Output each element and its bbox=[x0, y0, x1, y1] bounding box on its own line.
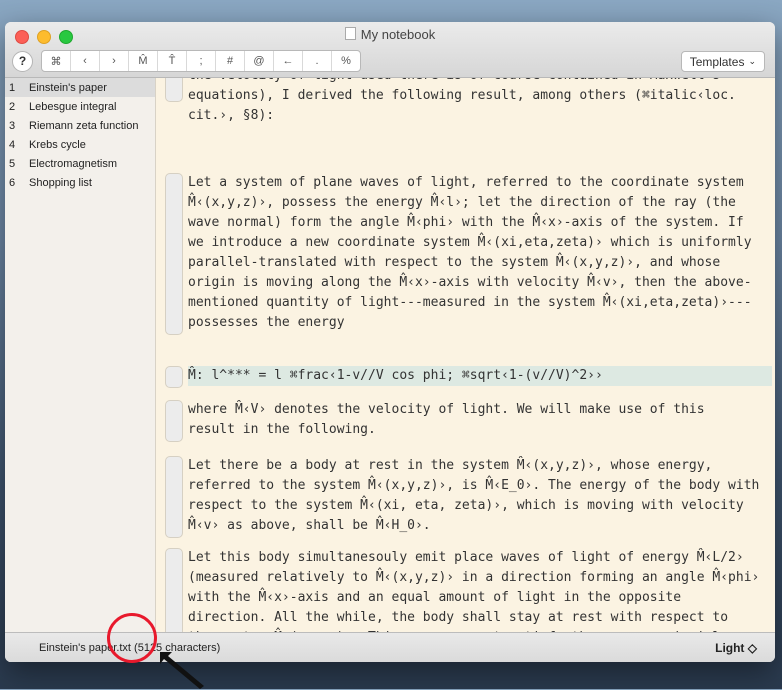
cell-text[interactable]: Let there be a body at rest in the syste… bbox=[188, 456, 772, 536]
sidebar-item-label: Riemann zeta function bbox=[29, 119, 139, 132]
notebook-list: 1 Einstein's paper 2 Lebesgue integral 3 Riem… bbox=[5, 78, 155, 192]
cell-line: respect to the system M̂‹(xi, eta, zeta)… bbox=[188, 498, 744, 513]
sidebar-item-label: Lebesgue integral bbox=[29, 100, 117, 113]
sidebar-item-label: Einstein's paper bbox=[29, 81, 107, 94]
sidebar-item-label: Krebs cycle bbox=[29, 138, 86, 151]
cell-gutter[interactable] bbox=[165, 173, 183, 335]
cell-line: M̂: l^*** = l ⌘frac‹1-v//V cos phi; ⌘sqr… bbox=[188, 368, 603, 383]
sidebar-item-number: 3 bbox=[9, 119, 16, 132]
help-button[interactable]: ? bbox=[12, 50, 33, 72]
sidebar-item[interactable]: 5 Electromagnetism bbox=[5, 154, 155, 173]
sidebar-item[interactable]: 6 Shopping list bbox=[5, 173, 155, 192]
notebook-cell[interactable]: 6Let a system of plane waves of light, r… bbox=[156, 173, 775, 335]
cell-line: cit.›, §8): bbox=[188, 108, 275, 123]
title-bar: My notebook ? ⌘ ‹ › M̂ T̂ ; # @ ← . % Te… bbox=[5, 22, 775, 78]
notebook-window: My notebook ? ⌘ ‹ › M̂ T̂ ; # @ ← . % Te… bbox=[5, 22, 775, 662]
hash-button[interactable]: # bbox=[216, 51, 245, 71]
insert-button-group: ⌘ ‹ › M̂ T̂ ; # @ ← . % bbox=[41, 50, 361, 72]
sidebar-item-number: 6 bbox=[9, 176, 16, 189]
cell-gutter[interactable] bbox=[165, 400, 183, 442]
cell-gutter[interactable] bbox=[165, 456, 183, 538]
theme-selector[interactable]: Light ◇ bbox=[715, 641, 757, 655]
cell-text[interactable]: Let this body simultanesouly emit place … bbox=[188, 548, 772, 632]
templates-label: Templates bbox=[689, 54, 745, 69]
chevron-down-icon: ⌄ bbox=[748, 56, 756, 66]
cell-gutter[interactable] bbox=[165, 548, 183, 632]
cell-line: mentioned quantity of light---measured i… bbox=[188, 295, 752, 310]
sidebar-item[interactable]: 4 Krebs cycle bbox=[5, 135, 155, 154]
cell-line: equations), I derived the following resu… bbox=[188, 88, 736, 103]
notebook-cell[interactable]: 9Let there be a body at rest in the syst… bbox=[156, 456, 775, 538]
cell-text[interactable]: M̂: l^*** = l ⌘frac‹1-v//V cos phi; ⌘sqr… bbox=[188, 366, 772, 386]
sidebar-item-number: 5 bbox=[9, 157, 16, 170]
sidebar-item[interactable]: 2 Lebesgue integral bbox=[5, 97, 155, 116]
cell-line: with the M̂‹x›-axis and an equal amount … bbox=[188, 590, 682, 605]
cell-line: result in the following. bbox=[188, 422, 376, 437]
document-icon bbox=[344, 27, 356, 40]
window-title: My notebook bbox=[5, 27, 775, 42]
cell-line: possesses the energy bbox=[188, 315, 345, 330]
cell-line: we introduce a new coordinate system M̂‹… bbox=[188, 235, 752, 250]
toolbar: ? ⌘ ‹ › M̂ T̂ ; # @ ← . % bbox=[12, 50, 361, 72]
notebook-cell[interactable]: 8where M̂‹V› denotes the velocity of lig… bbox=[156, 400, 775, 442]
command-button[interactable]: ⌘ bbox=[42, 51, 71, 71]
sidebar-item-label: Electromagnetism bbox=[29, 157, 118, 170]
sidebar-item-label: Shopping list bbox=[29, 176, 92, 189]
sidebar-item[interactable]: 1 Einstein's paper bbox=[5, 78, 155, 97]
editor-area[interactable]: the velocity of light used there is of c… bbox=[156, 78, 775, 632]
percent-button[interactable]: % bbox=[332, 51, 360, 71]
sidebar: 1 Einstein's paper 2 Lebesgue integral 3 Riem… bbox=[5, 78, 156, 662]
file-info: Einstein's paper.txt (5125 characters) bbox=[39, 642, 221, 654]
notebook-cell[interactable]: the velocity of light used there is of c… bbox=[156, 78, 775, 126]
cell-line: direction. All the while, the body shall… bbox=[188, 610, 729, 625]
semicolon-button[interactable]: ; bbox=[187, 51, 216, 71]
cell-line: Let this body simultanesouly emit place … bbox=[188, 550, 744, 565]
cell-gutter[interactable] bbox=[165, 366, 183, 388]
sidebar-item-number: 4 bbox=[9, 138, 16, 151]
cell-line: the velocity of light used there is of c… bbox=[188, 78, 772, 86]
cell-line: parallel-translated with respect to the … bbox=[188, 255, 721, 270]
math-mode-button[interactable]: M̂ bbox=[129, 51, 158, 71]
cell-gutter[interactable] bbox=[165, 78, 183, 102]
templates-dropdown[interactable]: Templates ⌄ bbox=[680, 51, 765, 72]
cell-line: (measured relatively to M̂‹(x,y,z)› in a… bbox=[188, 570, 760, 585]
at-button[interactable]: @ bbox=[245, 51, 274, 71]
cell-line: where M̂‹V› denotes the velocity of ligh… bbox=[188, 402, 705, 417]
cell-line: wave normal) form the angle M̂‹phi› with… bbox=[188, 215, 744, 230]
notebook-cell[interactable]: 10Let this body simultanesouly emit plac… bbox=[156, 548, 775, 632]
cell-line: origin is moving along the M̂‹x›-axis wi… bbox=[188, 275, 752, 290]
cell-line: M̂‹v› as above, shall be M̂‹H_0›. bbox=[188, 518, 431, 533]
notebook-cell[interactable]: 7M̂: l^*** = l ⌘frac‹1-v//V cos phi; ⌘sq… bbox=[156, 366, 775, 388]
status-bar: Einstein's paper.txt (5125 characters) L… bbox=[5, 632, 775, 662]
left-arrow-button[interactable]: ← bbox=[274, 51, 303, 71]
sidebar-item-number: 2 bbox=[9, 100, 16, 113]
close-bracket-button[interactable]: › bbox=[100, 51, 129, 71]
cell-line: Let there be a body at rest in the syste… bbox=[188, 458, 713, 473]
cell-line: referred to the system M̂‹(x,y,z)›, is M… bbox=[188, 478, 760, 493]
sidebar-item[interactable]: 3 Riemann zeta function bbox=[5, 116, 155, 135]
sidebar-item-number: 1 bbox=[9, 81, 16, 94]
cell-line: Let a system of plane waves of light, re… bbox=[188, 175, 744, 190]
cell-text[interactable]: Let a system of plane waves of light, re… bbox=[188, 173, 772, 333]
open-bracket-button[interactable]: ‹ bbox=[71, 51, 100, 71]
cell-text[interactable]: the velocity of light used there is of c… bbox=[188, 78, 772, 126]
cell-text[interactable]: where M̂‹V› denotes the velocity of ligh… bbox=[188, 400, 772, 440]
period-button[interactable]: . bbox=[303, 51, 332, 71]
cell-line: M̂‹(x,y,z)›, possess the energy M̂‹l›; l… bbox=[188, 195, 736, 210]
text-mode-button[interactable]: T̂ bbox=[158, 51, 187, 71]
